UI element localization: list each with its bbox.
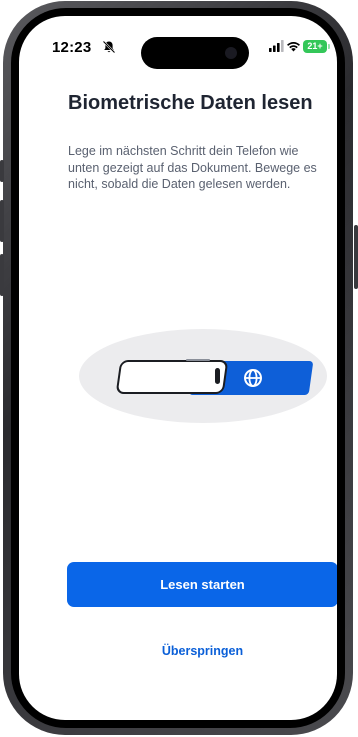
phone-screen: 12:23 21+ Biometrische Daten lesen Lege … (19, 16, 337, 720)
wifi-icon (287, 42, 300, 52)
action-button (0, 160, 4, 182)
camera-icon (225, 47, 237, 59)
bell-slash-icon (102, 40, 116, 54)
volume-up-button (0, 200, 4, 242)
battery-icon: 21+ (303, 40, 327, 53)
phone-frame: 12:23 21+ Biometrische Daten lesen Lege … (3, 1, 353, 735)
phone-side-button (215, 368, 220, 384)
phone-icon (115, 360, 229, 394)
battery-cap (328, 44, 330, 49)
skip-button[interactable]: Überspringen (67, 641, 337, 661)
power-button (354, 225, 358, 289)
globe-icon (244, 369, 262, 387)
page-title: Biometrische Daten lesen (68, 92, 313, 114)
volume-down-button (0, 254, 4, 296)
signal-icon (269, 40, 284, 52)
status-time: 12:23 (52, 39, 92, 56)
instruction-text: Lege im nächsten Schritt dein Telefon wi… (68, 144, 317, 191)
phone-bezel: 12:23 21+ Biometrische Daten lesen Lege … (11, 8, 345, 728)
phone-top-detail (186, 359, 210, 361)
start-reading-button[interactable]: Lesen starten (67, 562, 337, 607)
dynamic-island (141, 37, 249, 69)
